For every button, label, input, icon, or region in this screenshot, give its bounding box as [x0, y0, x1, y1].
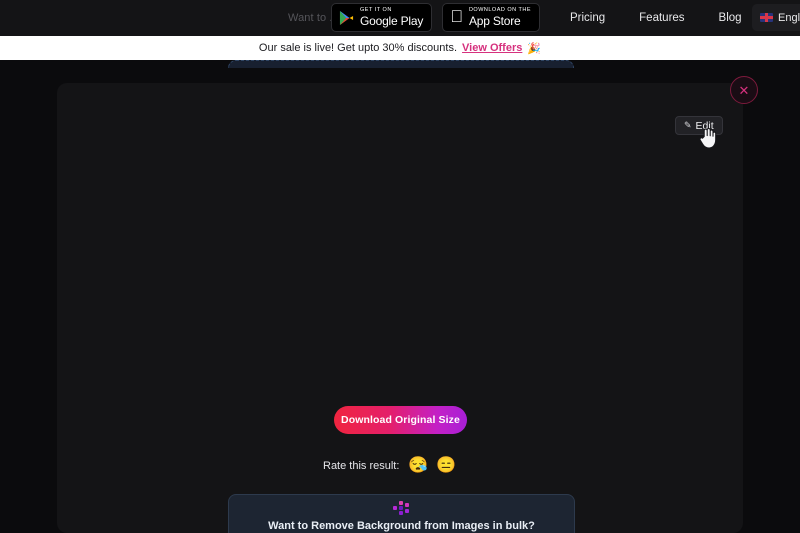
view-offers-link[interactable]: View Offers [462, 42, 522, 54]
nav-link-pricing[interactable]: Pricing [553, 12, 622, 24]
apple-icon:  [450, 8, 463, 25]
top-navigation-bar: Want to ... GET IT ON Google Play  Down… [0, 0, 800, 36]
nav-link-blog[interactable]: Blog [702, 12, 759, 24]
close-icon: ✕ [738, 82, 750, 98]
edit-button-label: Edit [695, 119, 714, 132]
pencil-icon: ✎ [684, 120, 692, 130]
google-play-badge[interactable]: GET IT ON Google Play [331, 3, 433, 32]
rate-sleepy-face-button[interactable]: 😪 [408, 456, 428, 475]
download-original-size-button[interactable]: Download Original Size [334, 406, 467, 434]
app-store-badge-small-text: Download on the [456, 7, 531, 14]
party-popper-icon: 🎉 [527, 42, 542, 55]
download-button-label: Download Original Size [341, 414, 460, 426]
rate-result-label: Rate this result: [323, 459, 400, 472]
language-selector[interactable]: Englis [752, 4, 800, 31]
bulk-promo-text: Want to Remove Background from Images in… [268, 520, 535, 532]
rate-unamused-face-button[interactable]: 😑 [436, 456, 456, 475]
nav-links: Pricing Features Blog [553, 0, 759, 36]
close-modal-button[interactable]: ✕ [730, 76, 758, 104]
sale-banner-text: Our sale is live! Get upto 30% discounts… [258, 42, 458, 54]
google-play-badge-label: Google Play [360, 13, 424, 28]
edit-button[interactable]: ✎ Edit [675, 116, 723, 135]
sale-banner: Our sale is live! Get upto 30% discounts… [0, 36, 800, 60]
bulk-logo-icon [392, 501, 411, 516]
app-store-badge[interactable]:  Download on the App Store [442, 3, 541, 32]
bulk-promo-card[interactable]: Want to Remove Background from Images in… [228, 494, 575, 533]
hero-card-peek [228, 60, 574, 68]
google-play-icon [339, 10, 354, 26]
rate-result-row: Rate this result: 😪 😑 [323, 456, 456, 475]
app-store-badges: GET IT ON Google Play  Download on the … [331, 3, 541, 32]
nav-link-features[interactable]: Features [622, 12, 701, 24]
app-store-badge-label: App Store [456, 13, 521, 28]
google-play-badge-small-text: GET IT ON [360, 7, 392, 14]
uk-flag-icon [760, 13, 773, 22]
language-label: Englis [778, 11, 800, 24]
